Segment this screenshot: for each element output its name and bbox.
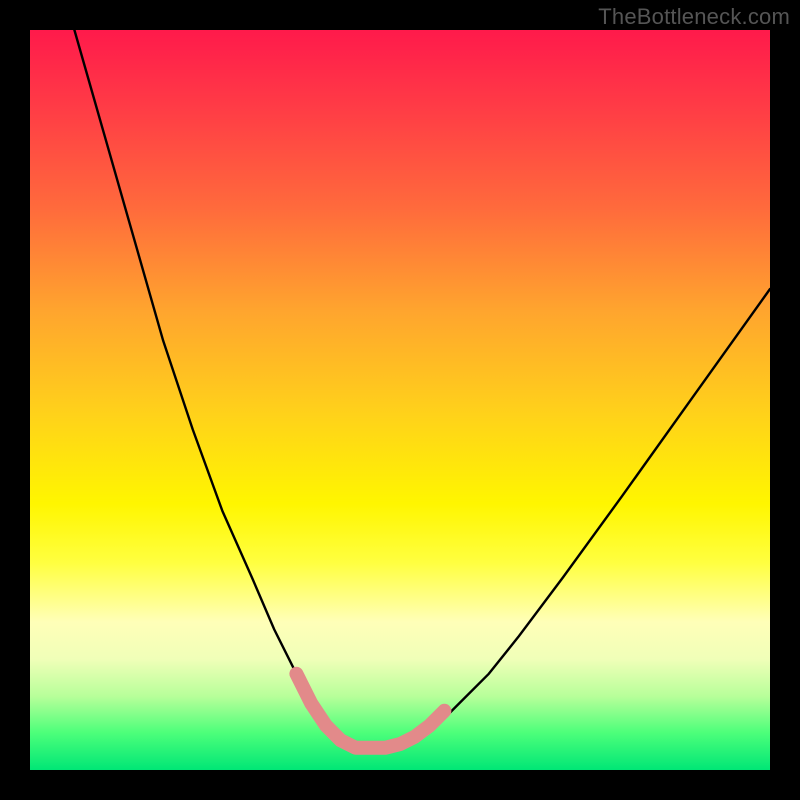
watermark-text: TheBottleneck.com: [598, 4, 790, 30]
plot-area: [30, 30, 770, 770]
curve-layer: [30, 30, 770, 770]
chart-frame: TheBottleneck.com: [0, 0, 800, 800]
bottleneck-curve: [74, 30, 770, 748]
highlighted-minimum: [296, 674, 444, 748]
